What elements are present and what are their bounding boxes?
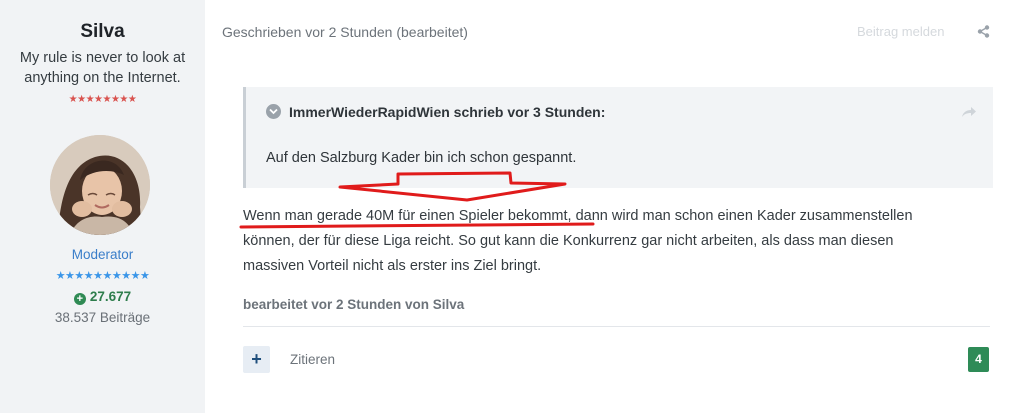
author-name[interactable]: Silva <box>0 21 205 43</box>
rank-stars-blue: ★★★★★★★★★★ <box>55 270 150 282</box>
post-body: Wenn man gerade 40M für einen Spieler be… <box>243 204 995 279</box>
report-post-link[interactable]: Beitrag melden <box>857 24 944 39</box>
edit-note: bearbeitet vor 2 Stunden von Silva <box>243 297 465 312</box>
post-meta[interactable]: Geschrieben vor 2 Stunden (bearbeitet) <box>222 24 468 40</box>
quote-header[interactable]: ImmerWiederRapidWien schrieb vor 3 Stund… <box>266 104 605 120</box>
quote-button[interactable]: Zitieren <box>290 352 335 367</box>
divider <box>243 326 990 327</box>
reputation: +27.677 <box>0 289 205 305</box>
post-body-line: Wenn man gerade 40M für einen Spieler be… <box>243 208 913 224</box>
avatar[interactable] <box>50 135 150 235</box>
post-count: 38.537 Beiträge <box>54 310 151 325</box>
post-body-line: massiven Vorteil nicht als erster ins Zi… <box>243 258 542 274</box>
quote-header-text: ImmerWiederRapidWien schrieb vor 3 Stund… <box>289 104 606 120</box>
reputation-value: 27.677 <box>89 289 132 304</box>
reputation-plus-icon: + <box>73 293 86 305</box>
quote-text: Auf den Salzburg Kader bin ich schon ges… <box>266 150 577 166</box>
chevron-down-icon[interactable] <box>266 104 281 119</box>
quote-block: ImmerWiederRapidWien schrieb vor 3 Stund… <box>243 87 993 188</box>
quote-share-icon[interactable] <box>961 105 977 123</box>
user-group: Moderator <box>71 247 134 262</box>
share-icon[interactable] <box>977 25 990 43</box>
rank-stars-red: ★★★★★★★★ <box>68 94 137 105</box>
multiquote-add-button[interactable]: + <box>243 346 270 373</box>
post-body-line: können, der für diese Liga reicht. So gu… <box>243 233 894 249</box>
post-content: Geschrieben vor 2 Stunden (bearbeitet) B… <box>205 0 1013 413</box>
author-title: My rule is never to look at anything on … <box>19 50 186 86</box>
reaction-count-badge[interactable]: 4 <box>968 347 989 372</box>
avatar-image <box>50 135 150 235</box>
author-panel: Silva My rule is never to look at anythi… <box>0 0 205 413</box>
